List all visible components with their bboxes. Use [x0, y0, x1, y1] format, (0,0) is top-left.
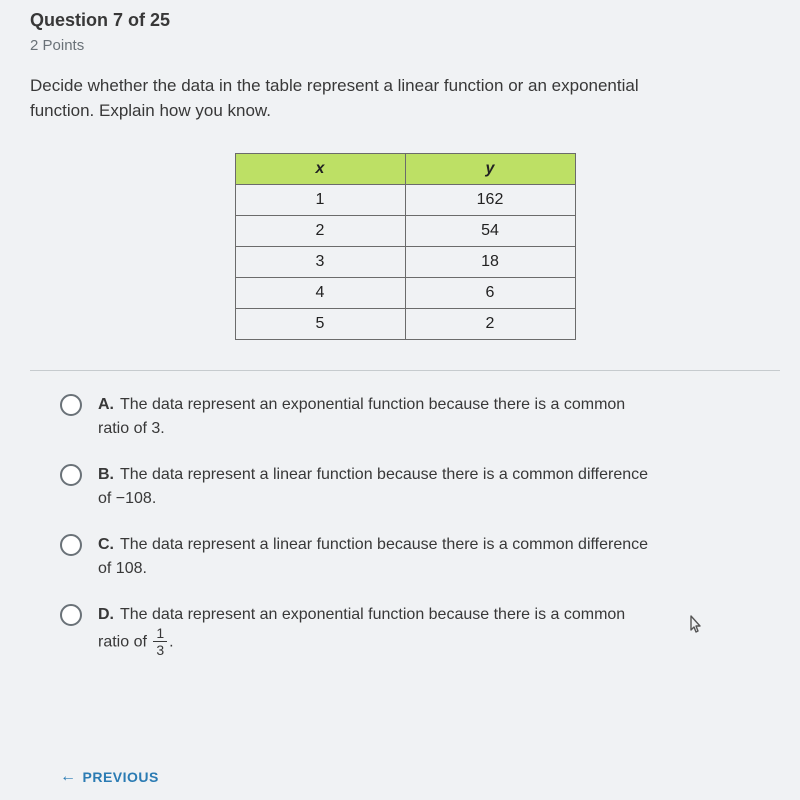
choice-letter: C.	[98, 536, 114, 553]
choice-content: The data represent an exponential functi…	[98, 396, 625, 437]
table-cell-x: 5	[235, 309, 405, 340]
table-header-y: y	[405, 154, 575, 185]
arrow-left-icon: ←	[60, 768, 77, 786]
radio-icon[interactable]	[60, 534, 82, 556]
table-cell-x: 1	[235, 185, 405, 216]
table-cell-y: 54	[405, 216, 575, 247]
choice-content-after: .	[169, 634, 173, 651]
table-row: 4 6	[235, 278, 575, 309]
answer-choices: A.The data represent an exponential func…	[30, 393, 780, 658]
fraction-numerator: 1	[153, 626, 167, 642]
previous-button[interactable]: ← PREVIOUS	[60, 768, 159, 786]
choice-letter: A.	[98, 396, 114, 413]
table-cell-y: 18	[405, 247, 575, 278]
choice-b-text: B.The data represent a linear function b…	[98, 463, 658, 511]
table-row: 5 2	[235, 309, 575, 340]
choice-c-text: C.The data represent a linear function b…	[98, 533, 658, 581]
choice-c[interactable]: C.The data represent a linear function b…	[60, 533, 750, 581]
choice-a-text: A.The data represent an exponential func…	[98, 393, 658, 441]
radio-icon[interactable]	[60, 604, 82, 626]
section-divider	[30, 370, 780, 371]
points-label: 2 Points	[30, 37, 780, 54]
radio-icon[interactable]	[60, 464, 82, 486]
question-number: Question 7 of 25	[30, 10, 780, 31]
choice-content: The data represent a linear function bec…	[98, 536, 648, 577]
choice-letter: B.	[98, 466, 114, 483]
choice-a[interactable]: A.The data represent an exponential func…	[60, 393, 750, 441]
question-prompt: Decide whether the data in the table rep…	[30, 74, 650, 123]
data-table: x y 1 162 2 54 3 18 4 6	[235, 153, 576, 340]
choice-content-before: The data represent an exponential functi…	[98, 606, 625, 651]
choice-letter: D.	[98, 606, 114, 623]
table-row: 3 18	[235, 247, 575, 278]
table-header-x: x	[235, 154, 405, 185]
table-cell-x: 4	[235, 278, 405, 309]
choice-b[interactable]: B.The data represent a linear function b…	[60, 463, 750, 511]
table-cell-x: 2	[235, 216, 405, 247]
table-cell-x: 3	[235, 247, 405, 278]
fraction-icon: 13	[153, 626, 167, 657]
fraction-denominator: 3	[153, 642, 167, 657]
table-cell-y: 6	[405, 278, 575, 309]
table-row: 1 162	[235, 185, 575, 216]
previous-label: PREVIOUS	[83, 769, 159, 785]
choice-d[interactable]: D.The data represent an exponential func…	[60, 603, 750, 658]
table-row: 2 54	[235, 216, 575, 247]
table-cell-y: 2	[405, 309, 575, 340]
radio-icon[interactable]	[60, 394, 82, 416]
table-cell-y: 162	[405, 185, 575, 216]
choice-content: The data represent a linear function bec…	[98, 466, 648, 507]
choice-d-text: D.The data represent an exponential func…	[98, 603, 658, 658]
data-table-container: x y 1 162 2 54 3 18 4 6	[30, 153, 780, 340]
